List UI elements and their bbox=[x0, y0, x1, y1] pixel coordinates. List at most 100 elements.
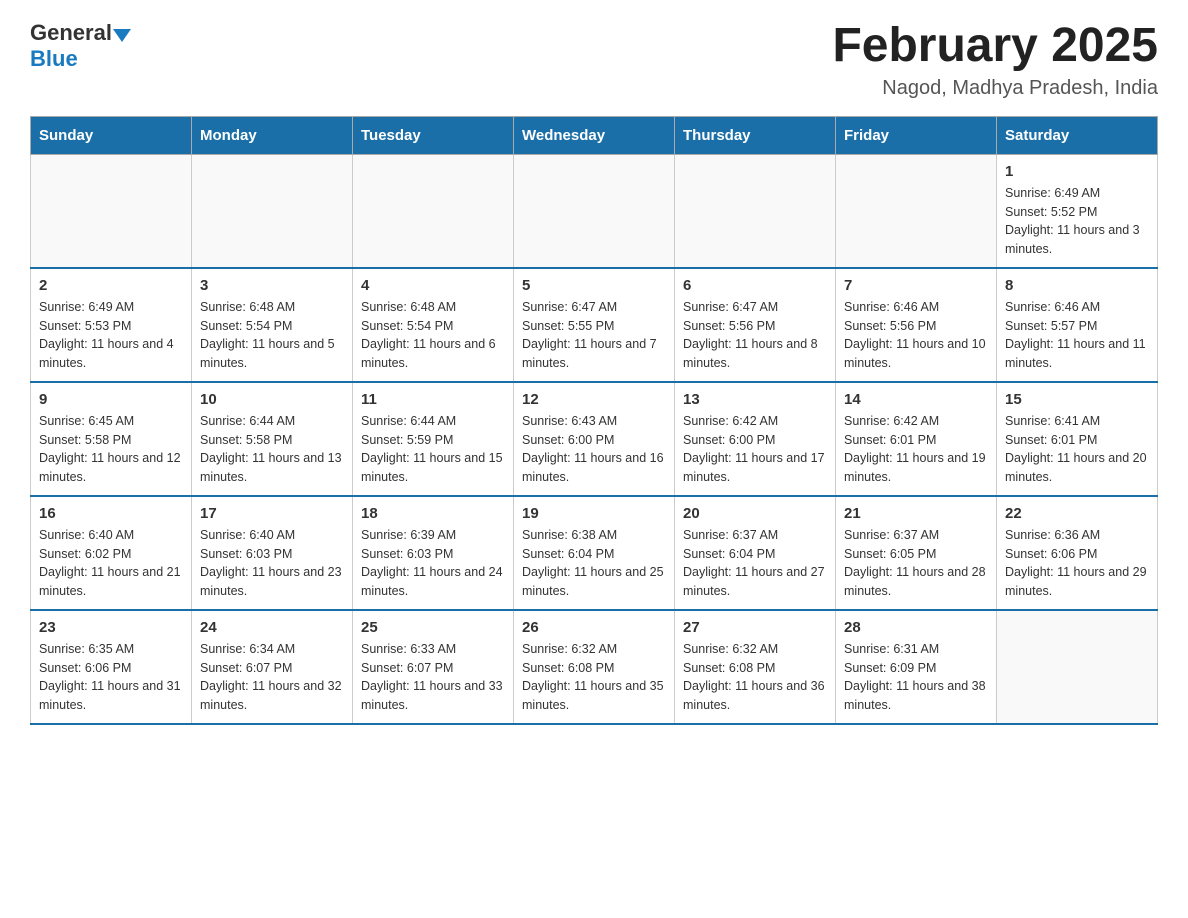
calendar-table: SundayMondayTuesdayWednesdayThursdayFrid… bbox=[30, 116, 1158, 725]
calendar-cell: 13 Sunrise: 6:42 AMSunset: 6:00 PMDayligh… bbox=[675, 382, 836, 496]
logo-general: General bbox=[30, 20, 112, 46]
day-info: Sunrise: 6:48 AMSunset: 5:54 PMDaylight:… bbox=[361, 298, 505, 373]
day-number: 27 bbox=[683, 619, 827, 636]
calendar-cell: 21 Sunrise: 6:37 AMSunset: 6:05 PMDayligh… bbox=[836, 496, 997, 610]
calendar-week-row: 9 Sunrise: 6:45 AMSunset: 5:58 PMDaylight… bbox=[31, 382, 1158, 496]
day-number: 11 bbox=[361, 391, 505, 408]
calendar-week-row: 1 Sunrise: 6:49 AMSunset: 5:52 PMDaylight… bbox=[31, 154, 1158, 268]
day-info: Sunrise: 6:41 AMSunset: 6:01 PMDaylight:… bbox=[1005, 412, 1149, 487]
day-info: Sunrise: 6:34 AMSunset: 6:07 PMDaylight:… bbox=[200, 640, 344, 715]
day-info: Sunrise: 6:46 AMSunset: 5:57 PMDaylight:… bbox=[1005, 298, 1149, 373]
day-info: Sunrise: 6:32 AMSunset: 6:08 PMDaylight:… bbox=[683, 640, 827, 715]
day-number: 23 bbox=[39, 619, 183, 636]
day-number: 12 bbox=[522, 391, 666, 408]
calendar-cell: 15 Sunrise: 6:41 AMSunset: 6:01 PMDayligh… bbox=[997, 382, 1158, 496]
day-number: 2 bbox=[39, 277, 183, 294]
weekday-header-monday: Monday bbox=[192, 116, 353, 154]
calendar-cell bbox=[675, 154, 836, 268]
day-info: Sunrise: 6:43 AMSunset: 6:00 PMDaylight:… bbox=[522, 412, 666, 487]
calendar-cell: 4Sunrise: 6:48 AMSunset: 5:54 PMDaylight… bbox=[353, 268, 514, 382]
calendar-cell: 28 Sunrise: 6:31 AMSunset: 6:09 PMDayligh… bbox=[836, 610, 997, 724]
page-header: General Blue February 2025 Nagod, Madhya… bbox=[30, 20, 1158, 100]
day-number: 9 bbox=[39, 391, 183, 408]
title-section: February 2025 Nagod, Madhya Pradesh, Ind… bbox=[832, 20, 1158, 100]
calendar-cell: 27 Sunrise: 6:32 AMSunset: 6:08 PMDayligh… bbox=[675, 610, 836, 724]
day-number: 18 bbox=[361, 505, 505, 522]
day-number: 7 bbox=[844, 277, 988, 294]
day-number: 21 bbox=[844, 505, 988, 522]
logo-arrow-icon bbox=[113, 29, 131, 42]
calendar-cell: 24 Sunrise: 6:34 AMSunset: 6:07 PMDayligh… bbox=[192, 610, 353, 724]
day-info: Sunrise: 6:38 AMSunset: 6:04 PMDaylight:… bbox=[522, 526, 666, 601]
logo-blue: Blue bbox=[30, 46, 78, 71]
day-info: Sunrise: 6:32 AMSunset: 6:08 PMDaylight:… bbox=[522, 640, 666, 715]
calendar-cell bbox=[192, 154, 353, 268]
calendar-cell: 14 Sunrise: 6:42 AMSunset: 6:01 PMDayligh… bbox=[836, 382, 997, 496]
day-info: Sunrise: 6:49 AMSunset: 5:53 PMDaylight:… bbox=[39, 298, 183, 373]
calendar-cell: 1 Sunrise: 6:49 AMSunset: 5:52 PMDaylight… bbox=[997, 154, 1158, 268]
calendar-cell bbox=[353, 154, 514, 268]
calendar-header: SundayMondayTuesdayWednesdayThursdayFrid… bbox=[31, 116, 1158, 154]
day-number: 19 bbox=[522, 505, 666, 522]
day-number: 8 bbox=[1005, 277, 1149, 294]
calendar-cell: 20 Sunrise: 6:37 AMSunset: 6:04 PMDayligh… bbox=[675, 496, 836, 610]
calendar-cell: 11 Sunrise: 6:44 AMSunset: 5:59 PMDayligh… bbox=[353, 382, 514, 496]
day-number: 17 bbox=[200, 505, 344, 522]
calendar-week-row: 16 Sunrise: 6:40 AMSunset: 6:02 PMDayligh… bbox=[31, 496, 1158, 610]
logo: General Blue bbox=[30, 20, 131, 72]
calendar-cell: 25Sunrise: 6:33 AMSunset: 6:07 PMDayligh… bbox=[353, 610, 514, 724]
day-info: Sunrise: 6:47 AMSunset: 5:55 PMDaylight:… bbox=[522, 298, 666, 373]
day-number: 26 bbox=[522, 619, 666, 636]
calendar-cell: 26 Sunrise: 6:32 AMSunset: 6:08 PMDayligh… bbox=[514, 610, 675, 724]
day-number: 6 bbox=[683, 277, 827, 294]
day-info: Sunrise: 6:42 AMSunset: 6:01 PMDaylight:… bbox=[844, 412, 988, 487]
calendar-cell: 10 Sunrise: 6:44 AMSunset: 5:58 PMDayligh… bbox=[192, 382, 353, 496]
month-title: February 2025 bbox=[832, 20, 1158, 73]
day-info: Sunrise: 6:39 AMSunset: 6:03 PMDaylight:… bbox=[361, 526, 505, 601]
day-number: 16 bbox=[39, 505, 183, 522]
calendar-cell bbox=[514, 154, 675, 268]
day-info: Sunrise: 6:47 AMSunset: 5:56 PMDaylight:… bbox=[683, 298, 827, 373]
day-info: Sunrise: 6:40 AMSunset: 6:02 PMDaylight:… bbox=[39, 526, 183, 601]
calendar-cell bbox=[836, 154, 997, 268]
day-number: 14 bbox=[844, 391, 988, 408]
day-number: 24 bbox=[200, 619, 344, 636]
day-number: 28 bbox=[844, 619, 988, 636]
day-info: Sunrise: 6:44 AMSunset: 5:58 PMDaylight:… bbox=[200, 412, 344, 487]
weekday-header-thursday: Thursday bbox=[675, 116, 836, 154]
day-info: Sunrise: 6:49 AMSunset: 5:52 PMDaylight:… bbox=[1005, 184, 1149, 259]
calendar-cell: 8 Sunrise: 6:46 AMSunset: 5:57 PMDaylight… bbox=[997, 268, 1158, 382]
calendar-cell: 3Sunrise: 6:48 AMSunset: 5:54 PMDaylight… bbox=[192, 268, 353, 382]
calendar-cell: 5Sunrise: 6:47 AMSunset: 5:55 PMDaylight… bbox=[514, 268, 675, 382]
calendar-cell bbox=[31, 154, 192, 268]
day-number: 1 bbox=[1005, 163, 1149, 180]
day-number: 20 bbox=[683, 505, 827, 522]
weekday-header-saturday: Saturday bbox=[997, 116, 1158, 154]
calendar-cell: 22Sunrise: 6:36 AMSunset: 6:06 PMDayligh… bbox=[997, 496, 1158, 610]
day-number: 15 bbox=[1005, 391, 1149, 408]
day-info: Sunrise: 6:31 AMSunset: 6:09 PMDaylight:… bbox=[844, 640, 988, 715]
calendar-cell: 17 Sunrise: 6:40 AMSunset: 6:03 PMDayligh… bbox=[192, 496, 353, 610]
day-number: 10 bbox=[200, 391, 344, 408]
day-info: Sunrise: 6:42 AMSunset: 6:00 PMDaylight:… bbox=[683, 412, 827, 487]
day-info: Sunrise: 6:45 AMSunset: 5:58 PMDaylight:… bbox=[39, 412, 183, 487]
calendar-cell: 16 Sunrise: 6:40 AMSunset: 6:02 PMDayligh… bbox=[31, 496, 192, 610]
day-info: Sunrise: 6:48 AMSunset: 5:54 PMDaylight:… bbox=[200, 298, 344, 373]
calendar-cell: 23 Sunrise: 6:35 AMSunset: 6:06 PMDayligh… bbox=[31, 610, 192, 724]
calendar-cell: 6 Sunrise: 6:47 AMSunset: 5:56 PMDaylight… bbox=[675, 268, 836, 382]
calendar-cell: 9 Sunrise: 6:45 AMSunset: 5:58 PMDaylight… bbox=[31, 382, 192, 496]
weekday-header-friday: Friday bbox=[836, 116, 997, 154]
weekday-header-row: SundayMondayTuesdayWednesdayThursdayFrid… bbox=[31, 116, 1158, 154]
day-info: Sunrise: 6:37 AMSunset: 6:04 PMDaylight:… bbox=[683, 526, 827, 601]
weekday-header-sunday: Sunday bbox=[31, 116, 192, 154]
calendar-week-row: 23 Sunrise: 6:35 AMSunset: 6:06 PMDayligh… bbox=[31, 610, 1158, 724]
day-number: 13 bbox=[683, 391, 827, 408]
calendar-cell: 2 Sunrise: 6:49 AMSunset: 5:53 PMDaylight… bbox=[31, 268, 192, 382]
weekday-header-tuesday: Tuesday bbox=[353, 116, 514, 154]
day-number: 22 bbox=[1005, 505, 1149, 522]
day-info: Sunrise: 6:40 AMSunset: 6:03 PMDaylight:… bbox=[200, 526, 344, 601]
day-info: Sunrise: 6:37 AMSunset: 6:05 PMDaylight:… bbox=[844, 526, 988, 601]
calendar-cell: 19 Sunrise: 6:38 AMSunset: 6:04 PMDayligh… bbox=[514, 496, 675, 610]
day-info: Sunrise: 6:35 AMSunset: 6:06 PMDaylight:… bbox=[39, 640, 183, 715]
day-info: Sunrise: 6:44 AMSunset: 5:59 PMDaylight:… bbox=[361, 412, 505, 487]
